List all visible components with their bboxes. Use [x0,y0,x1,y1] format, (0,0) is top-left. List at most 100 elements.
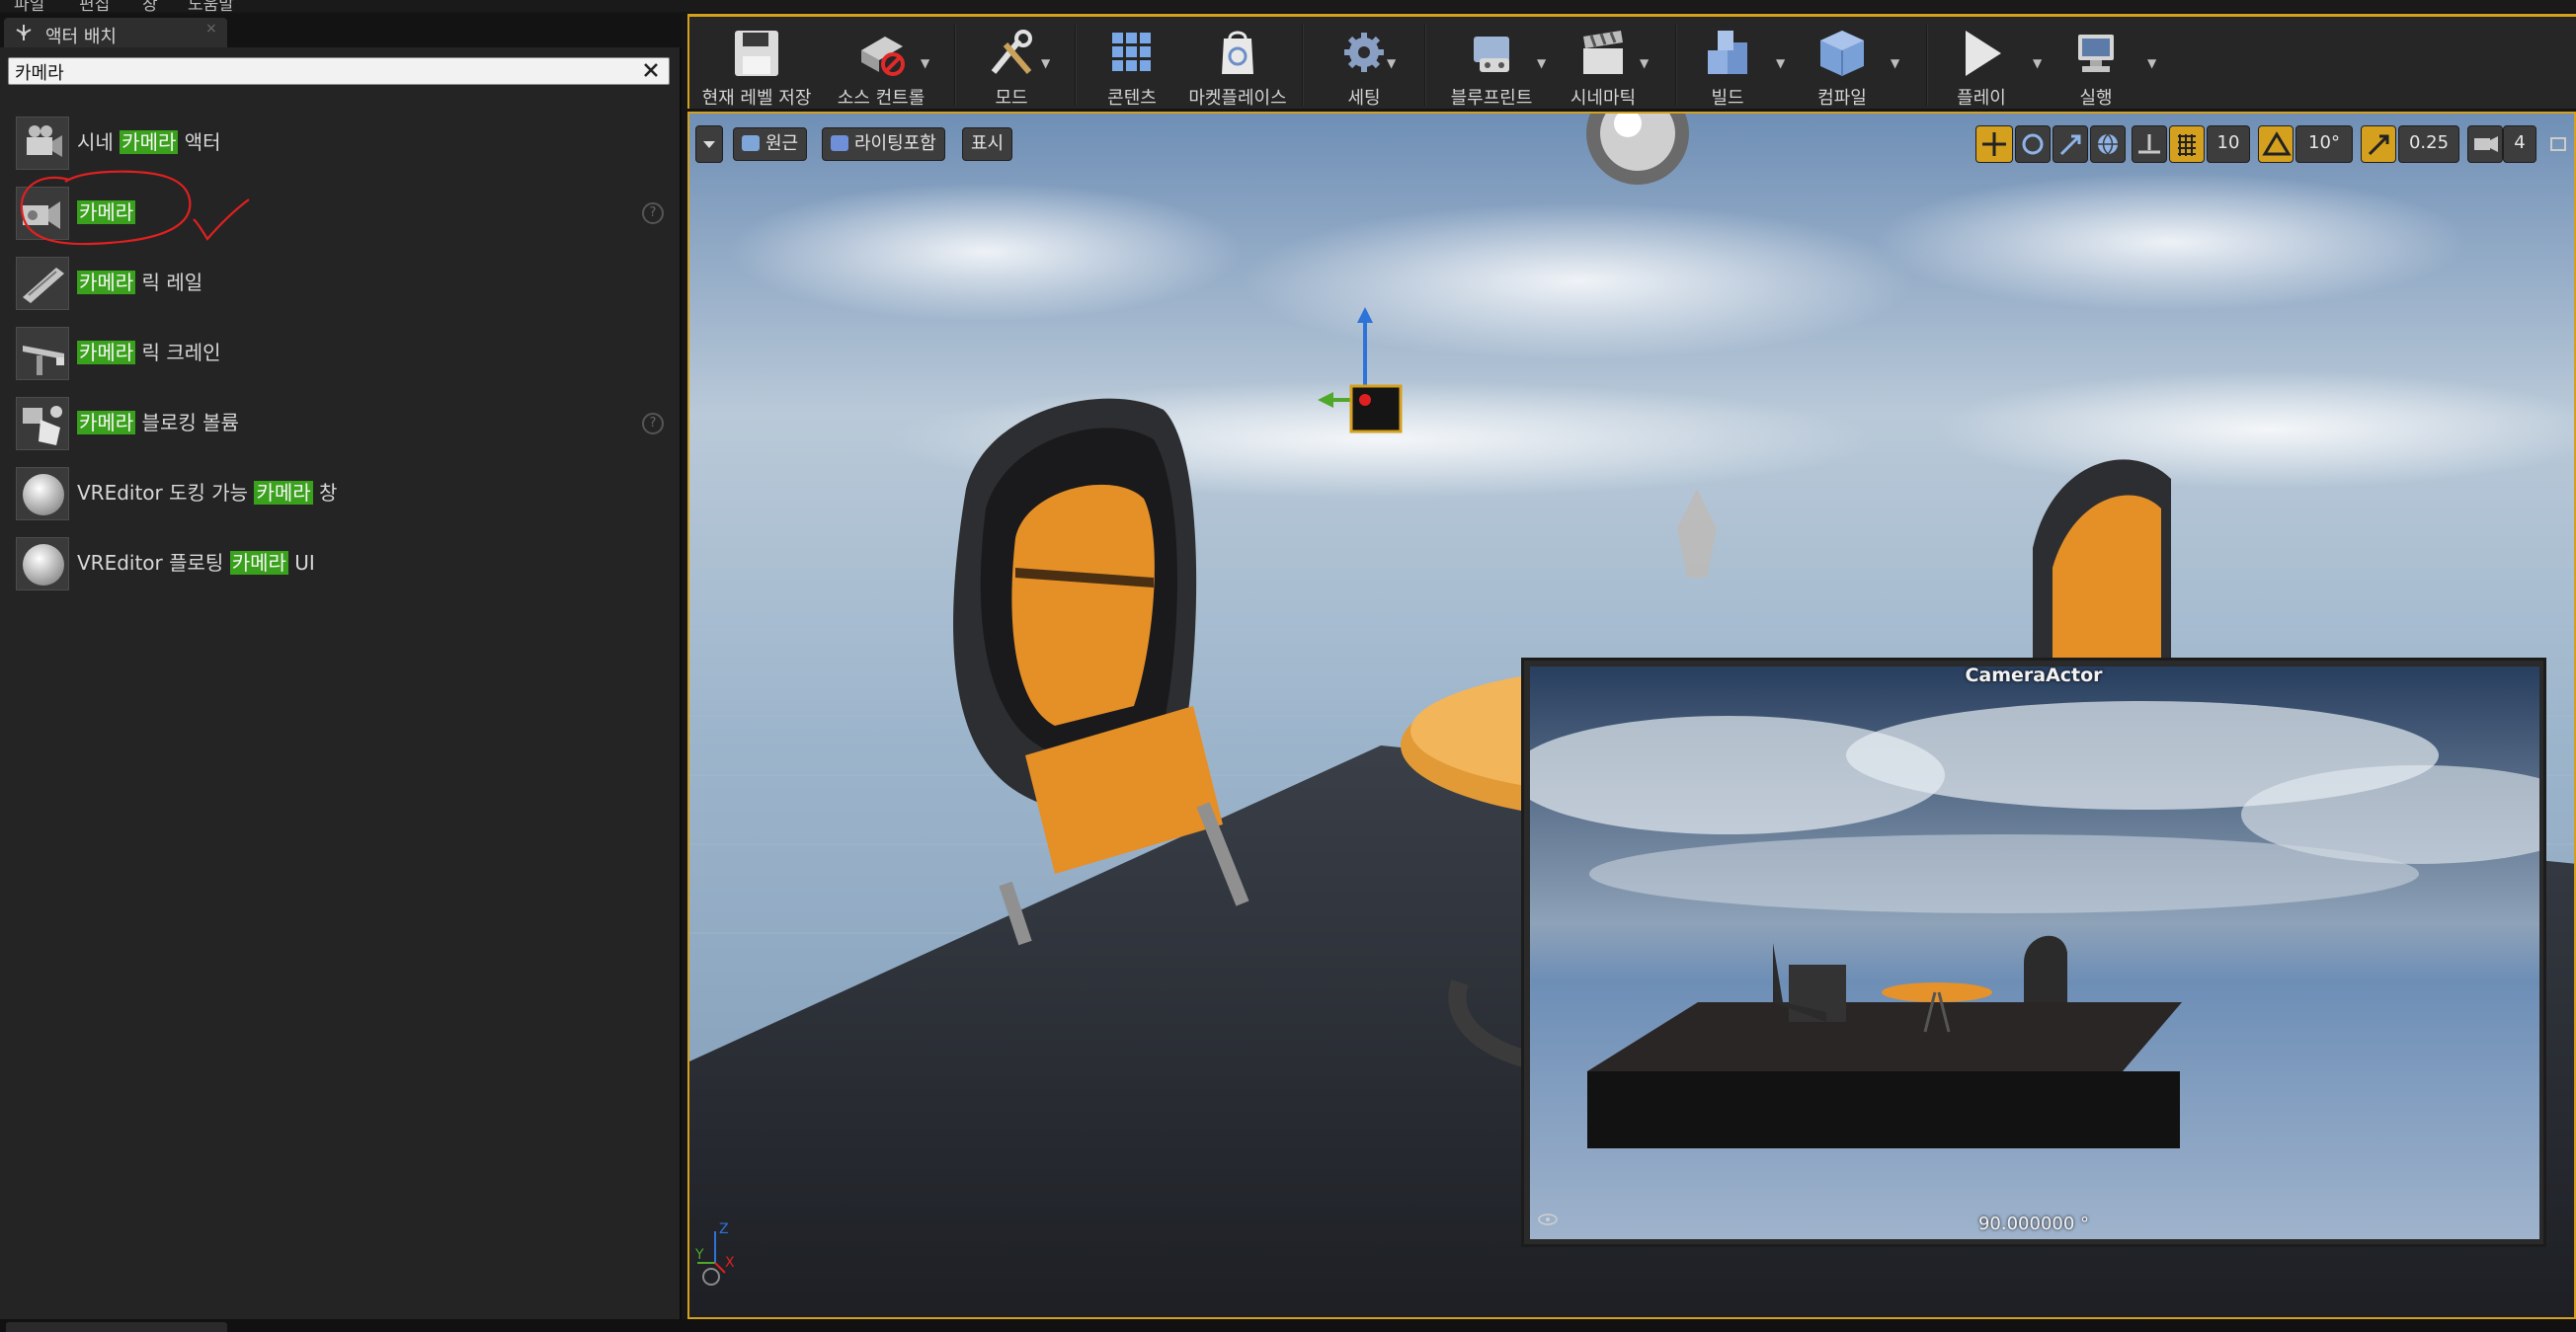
list-item-label: 카메라 [77,196,136,225]
play-label: 플레이 [1957,88,2006,109]
build-blocks-icon [1708,31,1747,74]
camera-speed-value[interactable]: 4 [2503,125,2536,163]
preview-fov-value: 90.000000 ° [1977,1214,2090,1234]
launch-icon [2078,35,2114,72]
play-button[interactable]: 플레이 [1934,23,2029,109]
lighting-mode-button[interactable]: 라이팅포함 [822,127,945,161]
search-highlight: 카메라 [77,200,136,224]
bottom-panel-tab[interactable] [6,1322,227,1332]
help-icon[interactable]: ? [642,202,664,224]
axis-z-label: Z [719,1221,729,1237]
save-level-label: 현재 레벨 저장 [701,88,812,109]
rotation-snap-value[interactable]: 10° [2295,125,2353,163]
marketplace-label: 마켓플레이스 [1188,88,1287,109]
menu-help[interactable]: 도움말 [188,0,234,12]
camera-preview-image [1530,666,2539,1239]
settings-dropdown-icon[interactable]: ▼ [1387,56,1396,70]
bottom-tab-strip [0,1319,2576,1332]
blueprints-button[interactable]: 블루프린트 [1432,23,1551,109]
menu-file[interactable]: 파일 [14,0,44,12]
search-input[interactable] [15,60,607,84]
modes-label: 모드 [995,88,1028,109]
build-button[interactable]: 빌드 [1683,23,1772,109]
search-highlight: 카메라 [77,411,136,434]
camera-thumbnail [16,187,69,240]
help-icon[interactable]: ? [642,413,664,434]
launch-dropdown-icon[interactable]: ▼ [2147,56,2156,70]
clapperboard-icon [1583,31,1623,74]
cinematics-dropdown-icon[interactable]: ▼ [1640,56,1649,70]
surface-snap-button[interactable] [2132,125,2167,163]
rotate-mode-button[interactable] [2015,125,2051,163]
place-actors-tab[interactable]: 액터 배치 × [4,18,227,47]
list-item-label: 카메라 블로킹 볼륨 [77,411,239,434]
axis-indicator: Z Y X [695,1221,735,1286]
clear-search-icon[interactable] [637,58,665,84]
toolbar-separator [954,25,956,106]
menu-edit[interactable]: 편집 [79,0,110,12]
level-viewport[interactable]: 원근 라이팅포함 표시 10 10° 0.25 4 CameraActor 90… [687,112,2576,1319]
toolbar-separator [1926,25,1928,106]
source-control-dropdown-icon[interactable]: ▼ [921,56,929,70]
compile-dropdown-icon[interactable]: ▼ [1891,56,1899,70]
toolbar-separator [1675,25,1677,106]
marketplace-button[interactable]: 마켓플레이스 [1171,23,1304,109]
search-highlight: 카메라 [77,341,136,364]
perspective-button[interactable]: 원근 [733,127,808,161]
camera-speed-button[interactable] [2467,125,2503,163]
grid-snap-value[interactable]: 10 [2207,125,2250,163]
list-item-label: VREditor 도킹 가능 카메라 창 [77,481,338,505]
translate-icon [1982,132,2006,156]
translate-mode-button[interactable] [1975,125,2013,163]
chevron-down-icon [703,141,715,148]
tab-close-icon[interactable]: × [205,21,217,37]
list-item-vreditor-dockable-camera-window[interactable]: VREditor 도킹 가능 카메라 창 [0,459,680,526]
list-item-cine-camera-actor[interactable]: 시네 카메라 액터 [0,109,680,176]
toolbar-separator [1424,25,1426,106]
blueprints-label: 블루프린트 [1450,88,1533,109]
grid-snap-toggle[interactable] [2169,125,2205,163]
menu-bar: 파일 편집 창 도움말 [0,0,2576,12]
settings-label: 세팅 [1347,88,1381,109]
play-dropdown-icon[interactable]: ▼ [2033,56,2042,70]
search-box [8,57,670,85]
blueprints-dropdown-icon[interactable]: ▼ [1537,56,1546,70]
tab-label: 액터 배치 [45,27,117,47]
camera-speed-icon [2474,136,2498,152]
launch-button[interactable]: 실행 [2047,23,2145,109]
rotation-snap-toggle[interactable] [2258,125,2294,163]
surface-snap-icon [2138,134,2160,154]
list-item-camera-blocking-volume[interactable]: 카메라 블로킹 볼륨 ? [0,389,680,456]
maximize-viewport-icon[interactable] [2550,137,2566,151]
compile-cube-icon [1820,31,1864,76]
world-local-toggle[interactable] [2090,125,2126,163]
list-item-vreditor-floating-camera-ui[interactable]: VREditor 플로팅 카메라 UI [0,529,680,596]
scale-mode-button[interactable] [2053,125,2088,163]
list-item-label: 시네 카메라 액터 [77,130,221,154]
compile-button[interactable]: 컴파일 [1788,23,1896,109]
settings-button[interactable]: 세팅 [1310,23,1418,109]
rig-rail-thumbnail [16,257,69,310]
list-item-camera-rig-crane[interactable]: 카메라 릭 크레인 [0,319,680,386]
scale-snap-toggle[interactable] [2361,125,2396,163]
save-level-button[interactable]: 현재 레벨 저장 [695,23,818,109]
menu-window[interactable]: 창 [142,0,158,12]
perspective-icon [742,135,760,151]
grid-icon [2178,134,2196,156]
angle-icon [2262,131,2292,156]
rotate-icon [2022,133,2044,155]
show-button[interactable]: 표시 [962,127,1013,161]
list-item-camera-rig-rail[interactable]: 카메라 릭 레일 [0,249,680,316]
blueprints-icon [1474,37,1509,72]
search-highlight: 카메라 [229,551,288,575]
build-dropdown-icon[interactable]: ▼ [1776,56,1785,70]
viewport-options-dropdown[interactable] [695,125,723,163]
scale-snap-value[interactable]: 0.25 [2398,125,2459,163]
content-label: 콘텐츠 [1107,88,1157,109]
panel-tab-strip: 액터 배치 × [0,14,682,47]
modes-dropdown-icon[interactable]: ▼ [1041,56,1050,70]
content-button[interactable]: 콘텐츠 [1083,23,1181,109]
play-icon [1966,31,2001,76]
list-item-camera[interactable]: 카메라 ? [0,179,680,246]
cine-camera-thumbnail [16,117,69,170]
